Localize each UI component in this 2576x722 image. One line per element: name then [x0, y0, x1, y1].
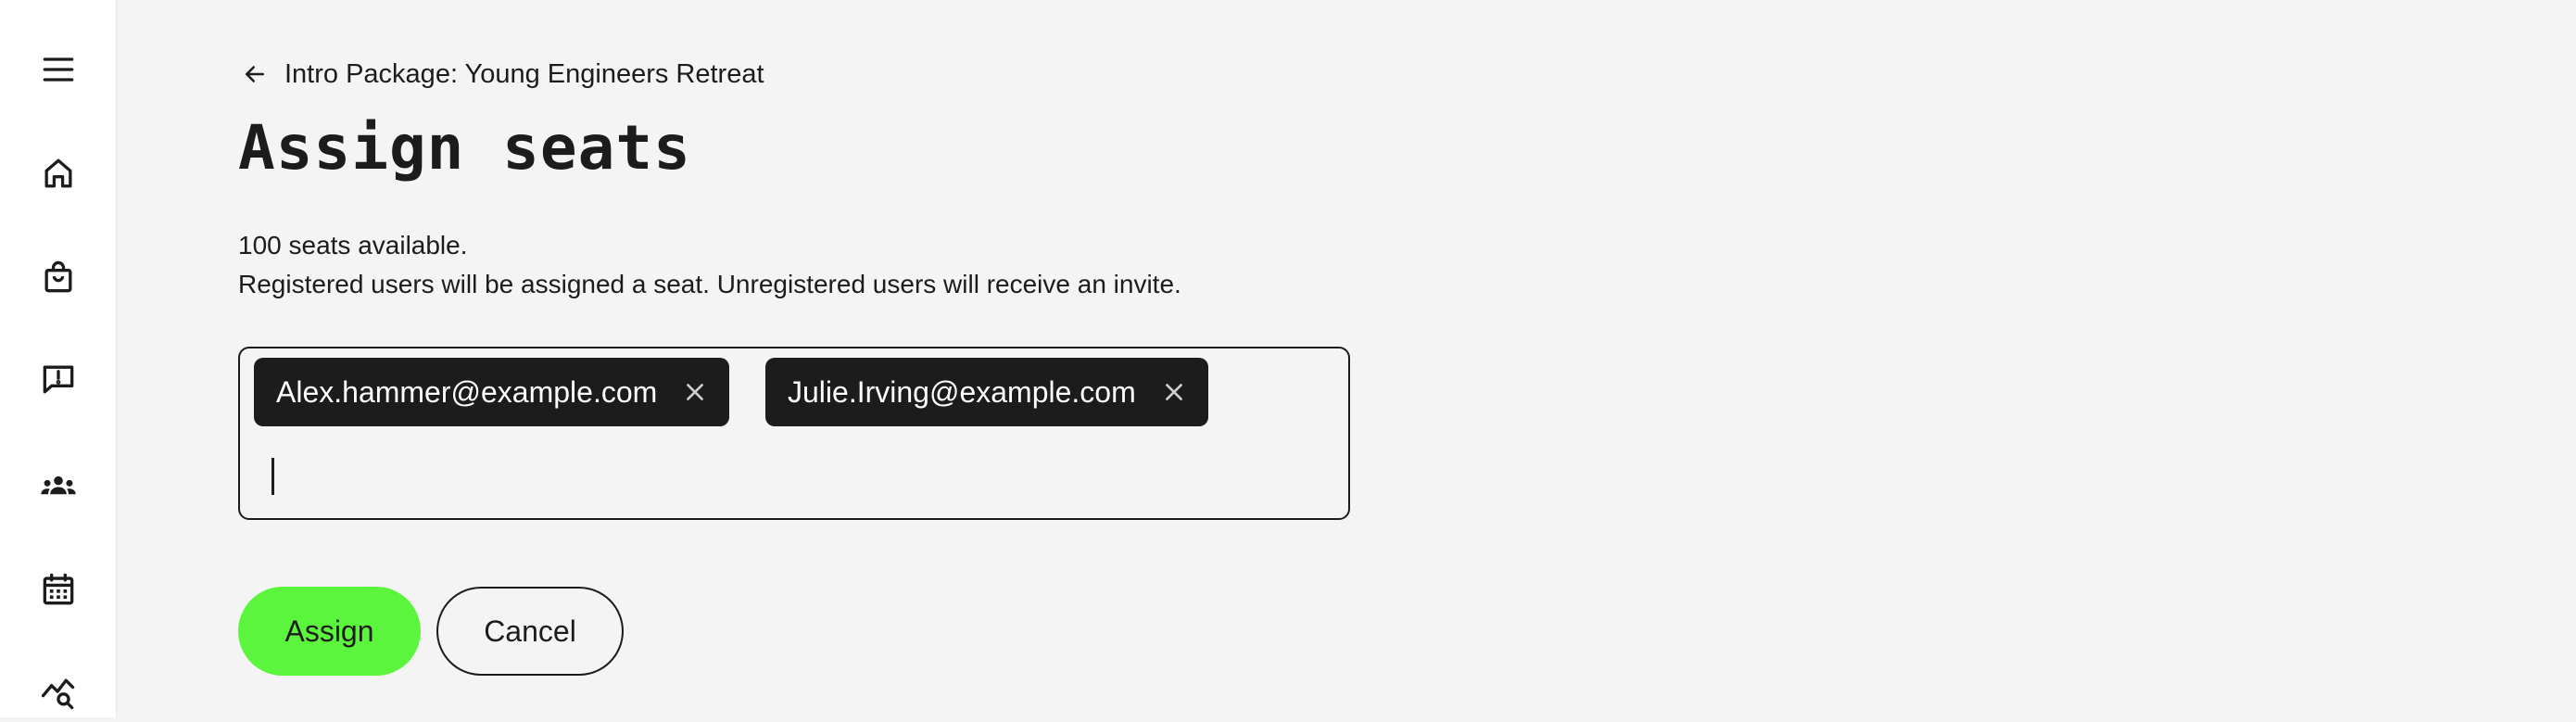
sidebar-item-home[interactable]	[29, 144, 88, 203]
seats-available-text: 100 seats available.	[238, 226, 1181, 265]
cancel-button[interactable]: Cancel	[436, 587, 624, 676]
close-icon	[683, 380, 707, 404]
arrow-left-icon	[241, 60, 269, 88]
email-chip[interactable]: Julie.Irving@example.com	[765, 358, 1208, 426]
sidebar-item-calendar[interactable]	[29, 560, 88, 619]
sidebar-item-groups[interactable]	[29, 457, 88, 516]
feedback-icon	[38, 359, 79, 399]
seat-info: 100 seats available. Registered users wi…	[238, 226, 1181, 304]
close-icon	[1162, 380, 1186, 404]
shopping-bag-icon	[38, 257, 79, 298]
group-icon	[38, 466, 79, 507]
breadcrumb: Intro Package: Young Engineers Retreat	[238, 56, 764, 93]
sidebar	[0, 0, 117, 717]
sidebar-item-shop[interactable]	[29, 247, 88, 307]
remove-email-button[interactable]	[1160, 378, 1188, 406]
email-chip-label: Julie.Irving@example.com	[788, 375, 1136, 410]
page-title: Assign seats	[238, 109, 691, 187]
email-chip-label: Alex.hammer@example.com	[276, 375, 657, 410]
main-content: Intro Package: Young Engineers Retreat A…	[238, 0, 2576, 717]
sidebar-item-analytics[interactable]	[29, 663, 88, 722]
back-button[interactable]	[238, 57, 271, 91]
text-cursor	[271, 458, 274, 495]
email-chip[interactable]: Alex.hammer@example.com	[254, 358, 729, 426]
remove-email-button[interactable]	[681, 378, 709, 406]
calendar-icon	[38, 569, 79, 610]
assign-button[interactable]: Assign	[238, 587, 421, 676]
analytics-search-icon	[38, 672, 79, 713]
menu-button[interactable]	[29, 40, 88, 99]
breadcrumb-label[interactable]: Intro Package: Young Engineers Retreat	[284, 59, 764, 90]
menu-icon	[38, 49, 79, 90]
sidebar-item-feedback[interactable]	[29, 349, 88, 409]
assignment-description: Registered users will be assigned a seat…	[238, 265, 1181, 304]
email-input-field[interactable]: Alex.hammer@example.com Julie.Irving@exa…	[238, 347, 1350, 520]
home-icon	[38, 153, 79, 194]
